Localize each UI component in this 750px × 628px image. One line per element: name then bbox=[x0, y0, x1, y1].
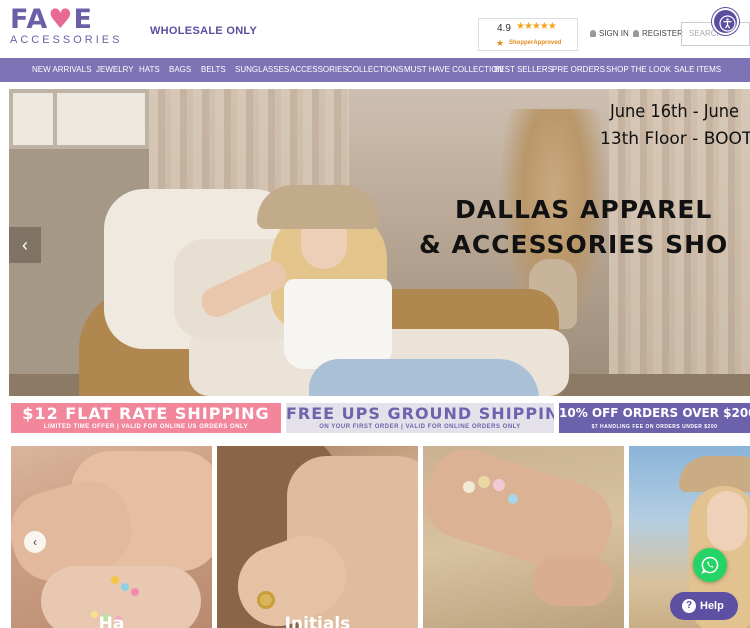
hero-window bbox=[9, 89, 149, 149]
help-button[interactable]: ? Help bbox=[670, 592, 738, 620]
sign-in-link[interactable]: SIGN IN bbox=[590, 29, 629, 38]
promo-subtitle: ON YOUR FIRST ORDER | VALID FOR ONLINE O… bbox=[319, 424, 521, 430]
heart-icon: ♥ bbox=[48, 4, 74, 35]
nav-item-shop-the-look[interactable]: SHOP THE LOOK bbox=[606, 65, 671, 74]
promo-flat-rate-shipping[interactable]: $12 FLAT RATE SHIPPING LIMITED TIME OFFE… bbox=[11, 403, 281, 433]
whatsapp-icon bbox=[701, 556, 719, 574]
rating-stars: ★★★★★ bbox=[516, 21, 557, 32]
rating-score: 4.9 bbox=[497, 23, 511, 34]
whatsapp-button[interactable] bbox=[693, 548, 727, 582]
shopper-approved-badge[interactable]: 4.9 ★★★★★ ★ ShopperApproved bbox=[478, 18, 578, 51]
nav-item-collections[interactable]: COLLECTIONS bbox=[347, 65, 403, 74]
main-navigation: NEW ARRIVALS JEWELRY HATS BAGS BELTS SUN… bbox=[0, 58, 750, 82]
shopper-approved-name: ShopperApproved bbox=[509, 40, 562, 46]
nav-item-best-sellers[interactable]: BEST SELLERS bbox=[494, 65, 553, 74]
accessibility-button[interactable] bbox=[712, 8, 739, 35]
nav-item-hats[interactable]: HATS bbox=[139, 65, 160, 74]
category-tile-beach-bracelets[interactable] bbox=[423, 446, 624, 628]
hero-booth-text: 13th Floor - BOOTH # bbox=[600, 129, 750, 149]
nav-item-accessories[interactable]: ACCESSORIES bbox=[290, 65, 348, 74]
promo-title: FREE UPS GROUND SHIPPING bbox=[286, 404, 554, 423]
nav-item-pre-orders[interactable]: PRE ORDERS bbox=[552, 65, 605, 74]
register-link[interactable]: REGISTER bbox=[633, 29, 683, 38]
nav-item-sale-items[interactable]: SALE ITEMS bbox=[674, 65, 721, 74]
nav-item-sunglasses[interactable]: SUNGLASSES bbox=[235, 65, 289, 74]
logo-subtitle: ACCESSORIES bbox=[10, 34, 123, 46]
model-top bbox=[284, 279, 392, 369]
hero-banner[interactable]: June 16th - June 13th Floor - BOOTH # DA… bbox=[9, 89, 750, 396]
hero-prev-arrow[interactable]: ‹ bbox=[9, 227, 41, 263]
category-tile-initials[interactable]: Initials bbox=[217, 446, 418, 628]
promo-title: $12 FLAT RATE SHIPPING bbox=[22, 404, 270, 423]
help-label: Help bbox=[700, 600, 724, 612]
promo-subtitle: $7 HANDLING FEE ON ORDERS UNDER $200 bbox=[591, 424, 718, 430]
promo-ten-percent-off[interactable]: 10% OFF ORDERS OVER $200! C $7 HANDLING … bbox=[559, 403, 750, 433]
carousel-prev-arrow[interactable]: ‹ bbox=[24, 531, 46, 553]
fame-logo[interactable]: FA♥E ACCESSORIES bbox=[10, 4, 132, 47]
model-hat bbox=[257, 185, 379, 229]
promo-title: 10% OFF ORDERS OVER $200! C bbox=[559, 406, 750, 420]
user-icon bbox=[633, 30, 639, 37]
nav-item-must-have-collection[interactable]: MUST HAVE COLLECTION bbox=[404, 65, 503, 74]
accessibility-icon bbox=[719, 15, 736, 32]
model-jeans bbox=[309, 359, 539, 396]
promo-free-ups-shipping[interactable]: FREE UPS GROUND SHIPPING ON YOUR FIRST O… bbox=[286, 403, 554, 433]
hero-headline-1: DALLAS APPAREL bbox=[455, 195, 713, 224]
promo-subtitle: LIMITED TIME OFFER | VALID FOR ONLINE US… bbox=[43, 424, 249, 430]
initial-ring bbox=[257, 591, 275, 609]
shopper-approved-icon: ★ bbox=[496, 38, 505, 48]
wholesale-only-label: WHOLESALE ONLY bbox=[150, 25, 258, 37]
logo-wordmark: FA♥E bbox=[10, 4, 93, 35]
nav-item-jewelry[interactable]: JEWELRY bbox=[96, 65, 134, 74]
tile-caption: Initials bbox=[284, 614, 351, 628]
site-header: FA♥E ACCESSORIES WHOLESALE ONLY 4.9 ★★★★… bbox=[0, 0, 750, 58]
nav-item-bags[interactable]: BAGS bbox=[169, 65, 191, 74]
model-face bbox=[707, 491, 747, 551]
user-icon bbox=[590, 30, 596, 37]
nav-item-new-arrivals[interactable]: NEW ARRIVALS bbox=[32, 65, 91, 74]
model-hand bbox=[533, 556, 613, 606]
hero-date-text: June 16th - June bbox=[610, 101, 740, 122]
nav-item-belts[interactable]: BELTS bbox=[201, 65, 226, 74]
help-icon: ? bbox=[682, 599, 696, 613]
tile-caption: Ha bbox=[98, 614, 125, 628]
hero-headline-2: & ACCESSORIES SHO bbox=[419, 230, 729, 259]
